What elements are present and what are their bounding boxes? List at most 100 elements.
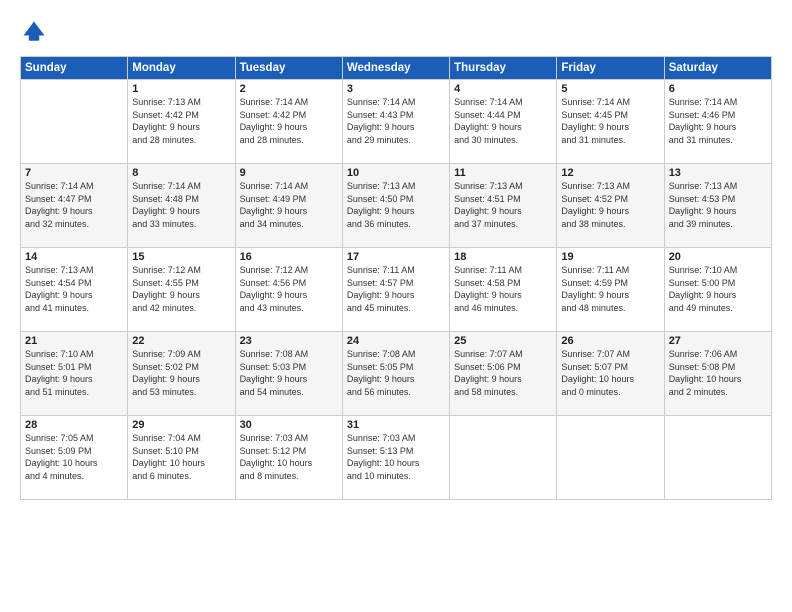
day-number: 1 <box>132 83 230 95</box>
day-number: 20 <box>669 251 767 263</box>
logo-icon <box>20 18 48 46</box>
day-number: 12 <box>561 167 659 179</box>
day-number: 9 <box>240 167 338 179</box>
day-number: 10 <box>347 167 445 179</box>
day-info: Sunrise: 7:14 AM Sunset: 4:43 PM Dayligh… <box>347 96 445 146</box>
day-info: Sunrise: 7:11 AM Sunset: 4:58 PM Dayligh… <box>454 264 552 314</box>
calendar-cell: 17Sunrise: 7:11 AM Sunset: 4:57 PM Dayli… <box>342 248 449 332</box>
calendar-cell <box>557 416 664 500</box>
day-number: 23 <box>240 335 338 347</box>
calendar-week-row: 28Sunrise: 7:05 AM Sunset: 5:09 PM Dayli… <box>21 416 772 500</box>
weekday-header-monday: Monday <box>128 57 235 80</box>
weekday-header-thursday: Thursday <box>450 57 557 80</box>
day-info: Sunrise: 7:08 AM Sunset: 5:05 PM Dayligh… <box>347 348 445 398</box>
weekday-header-saturday: Saturday <box>664 57 771 80</box>
weekday-header-tuesday: Tuesday <box>235 57 342 80</box>
calendar-cell: 14Sunrise: 7:13 AM Sunset: 4:54 PM Dayli… <box>21 248 128 332</box>
day-info: Sunrise: 7:05 AM Sunset: 5:09 PM Dayligh… <box>25 432 123 482</box>
day-number: 6 <box>669 83 767 95</box>
calendar-cell: 28Sunrise: 7:05 AM Sunset: 5:09 PM Dayli… <box>21 416 128 500</box>
calendar-cell: 1Sunrise: 7:13 AM Sunset: 4:42 PM Daylig… <box>128 80 235 164</box>
day-number: 24 <box>347 335 445 347</box>
calendar-cell: 10Sunrise: 7:13 AM Sunset: 4:50 PM Dayli… <box>342 164 449 248</box>
day-info: Sunrise: 7:13 AM Sunset: 4:50 PM Dayligh… <box>347 180 445 230</box>
day-info: Sunrise: 7:10 AM Sunset: 5:01 PM Dayligh… <box>25 348 123 398</box>
calendar-cell: 21Sunrise: 7:10 AM Sunset: 5:01 PM Dayli… <box>21 332 128 416</box>
calendar-week-row: 7Sunrise: 7:14 AM Sunset: 4:47 PM Daylig… <box>21 164 772 248</box>
day-number: 25 <box>454 335 552 347</box>
day-number: 3 <box>347 83 445 95</box>
calendar-cell: 15Sunrise: 7:12 AM Sunset: 4:55 PM Dayli… <box>128 248 235 332</box>
calendar-cell: 25Sunrise: 7:07 AM Sunset: 5:06 PM Dayli… <box>450 332 557 416</box>
calendar-cell <box>450 416 557 500</box>
calendar-cell: 24Sunrise: 7:08 AM Sunset: 5:05 PM Dayli… <box>342 332 449 416</box>
day-info: Sunrise: 7:14 AM Sunset: 4:47 PM Dayligh… <box>25 180 123 230</box>
calendar-cell: 5Sunrise: 7:14 AM Sunset: 4:45 PM Daylig… <box>557 80 664 164</box>
calendar-cell: 7Sunrise: 7:14 AM Sunset: 4:47 PM Daylig… <box>21 164 128 248</box>
calendar-cell: 3Sunrise: 7:14 AM Sunset: 4:43 PM Daylig… <box>342 80 449 164</box>
calendar-cell: 19Sunrise: 7:11 AM Sunset: 4:59 PM Dayli… <box>557 248 664 332</box>
calendar-header: SundayMondayTuesdayWednesdayThursdayFrid… <box>21 57 772 80</box>
day-info: Sunrise: 7:14 AM Sunset: 4:45 PM Dayligh… <box>561 96 659 146</box>
day-info: Sunrise: 7:03 AM Sunset: 5:12 PM Dayligh… <box>240 432 338 482</box>
calendar-week-row: 14Sunrise: 7:13 AM Sunset: 4:54 PM Dayli… <box>21 248 772 332</box>
day-number: 28 <box>25 419 123 431</box>
calendar-cell: 30Sunrise: 7:03 AM Sunset: 5:12 PM Dayli… <box>235 416 342 500</box>
calendar-cell: 29Sunrise: 7:04 AM Sunset: 5:10 PM Dayli… <box>128 416 235 500</box>
calendar-cell: 13Sunrise: 7:13 AM Sunset: 4:53 PM Dayli… <box>664 164 771 248</box>
day-info: Sunrise: 7:04 AM Sunset: 5:10 PM Dayligh… <box>132 432 230 482</box>
calendar-cell: 23Sunrise: 7:08 AM Sunset: 5:03 PM Dayli… <box>235 332 342 416</box>
day-info: Sunrise: 7:12 AM Sunset: 4:55 PM Dayligh… <box>132 264 230 314</box>
day-number: 19 <box>561 251 659 263</box>
logo <box>20 18 52 46</box>
day-number: 21 <box>25 335 123 347</box>
calendar-table: SundayMondayTuesdayWednesdayThursdayFrid… <box>20 56 772 500</box>
calendar-body: 1Sunrise: 7:13 AM Sunset: 4:42 PM Daylig… <box>21 80 772 500</box>
calendar-cell <box>21 80 128 164</box>
calendar-cell: 12Sunrise: 7:13 AM Sunset: 4:52 PM Dayli… <box>557 164 664 248</box>
day-number: 15 <box>132 251 230 263</box>
day-number: 22 <box>132 335 230 347</box>
calendar-week-row: 1Sunrise: 7:13 AM Sunset: 4:42 PM Daylig… <box>21 80 772 164</box>
calendar-cell: 27Sunrise: 7:06 AM Sunset: 5:08 PM Dayli… <box>664 332 771 416</box>
day-info: Sunrise: 7:14 AM Sunset: 4:46 PM Dayligh… <box>669 96 767 146</box>
calendar-cell: 4Sunrise: 7:14 AM Sunset: 4:44 PM Daylig… <box>450 80 557 164</box>
day-number: 11 <box>454 167 552 179</box>
calendar-cell: 22Sunrise: 7:09 AM Sunset: 5:02 PM Dayli… <box>128 332 235 416</box>
day-number: 4 <box>454 83 552 95</box>
day-number: 7 <box>25 167 123 179</box>
day-info: Sunrise: 7:13 AM Sunset: 4:42 PM Dayligh… <box>132 96 230 146</box>
day-number: 18 <box>454 251 552 263</box>
weekday-header-row: SundayMondayTuesdayWednesdayThursdayFrid… <box>21 57 772 80</box>
day-number: 2 <box>240 83 338 95</box>
day-info: Sunrise: 7:14 AM Sunset: 4:42 PM Dayligh… <box>240 96 338 146</box>
day-number: 31 <box>347 419 445 431</box>
day-info: Sunrise: 7:03 AM Sunset: 5:13 PM Dayligh… <box>347 432 445 482</box>
day-info: Sunrise: 7:13 AM Sunset: 4:51 PM Dayligh… <box>454 180 552 230</box>
day-number: 26 <box>561 335 659 347</box>
day-info: Sunrise: 7:07 AM Sunset: 5:07 PM Dayligh… <box>561 348 659 398</box>
day-number: 29 <box>132 419 230 431</box>
day-number: 8 <box>132 167 230 179</box>
calendar-cell: 16Sunrise: 7:12 AM Sunset: 4:56 PM Dayli… <box>235 248 342 332</box>
calendar-cell: 31Sunrise: 7:03 AM Sunset: 5:13 PM Dayli… <box>342 416 449 500</box>
day-number: 17 <box>347 251 445 263</box>
weekday-header-wednesday: Wednesday <box>342 57 449 80</box>
day-info: Sunrise: 7:07 AM Sunset: 5:06 PM Dayligh… <box>454 348 552 398</box>
day-number: 27 <box>669 335 767 347</box>
page: SundayMondayTuesdayWednesdayThursdayFrid… <box>0 0 792 612</box>
calendar-cell: 8Sunrise: 7:14 AM Sunset: 4:48 PM Daylig… <box>128 164 235 248</box>
day-info: Sunrise: 7:13 AM Sunset: 4:52 PM Dayligh… <box>561 180 659 230</box>
day-number: 30 <box>240 419 338 431</box>
day-info: Sunrise: 7:14 AM Sunset: 4:49 PM Dayligh… <box>240 180 338 230</box>
day-info: Sunrise: 7:13 AM Sunset: 4:54 PM Dayligh… <box>25 264 123 314</box>
calendar-cell: 6Sunrise: 7:14 AM Sunset: 4:46 PM Daylig… <box>664 80 771 164</box>
calendar-cell: 9Sunrise: 7:14 AM Sunset: 4:49 PM Daylig… <box>235 164 342 248</box>
day-info: Sunrise: 7:11 AM Sunset: 4:59 PM Dayligh… <box>561 264 659 314</box>
day-info: Sunrise: 7:09 AM Sunset: 5:02 PM Dayligh… <box>132 348 230 398</box>
calendar-cell: 26Sunrise: 7:07 AM Sunset: 5:07 PM Dayli… <box>557 332 664 416</box>
day-number: 14 <box>25 251 123 263</box>
day-number: 5 <box>561 83 659 95</box>
calendar-cell: 2Sunrise: 7:14 AM Sunset: 4:42 PM Daylig… <box>235 80 342 164</box>
day-number: 16 <box>240 251 338 263</box>
